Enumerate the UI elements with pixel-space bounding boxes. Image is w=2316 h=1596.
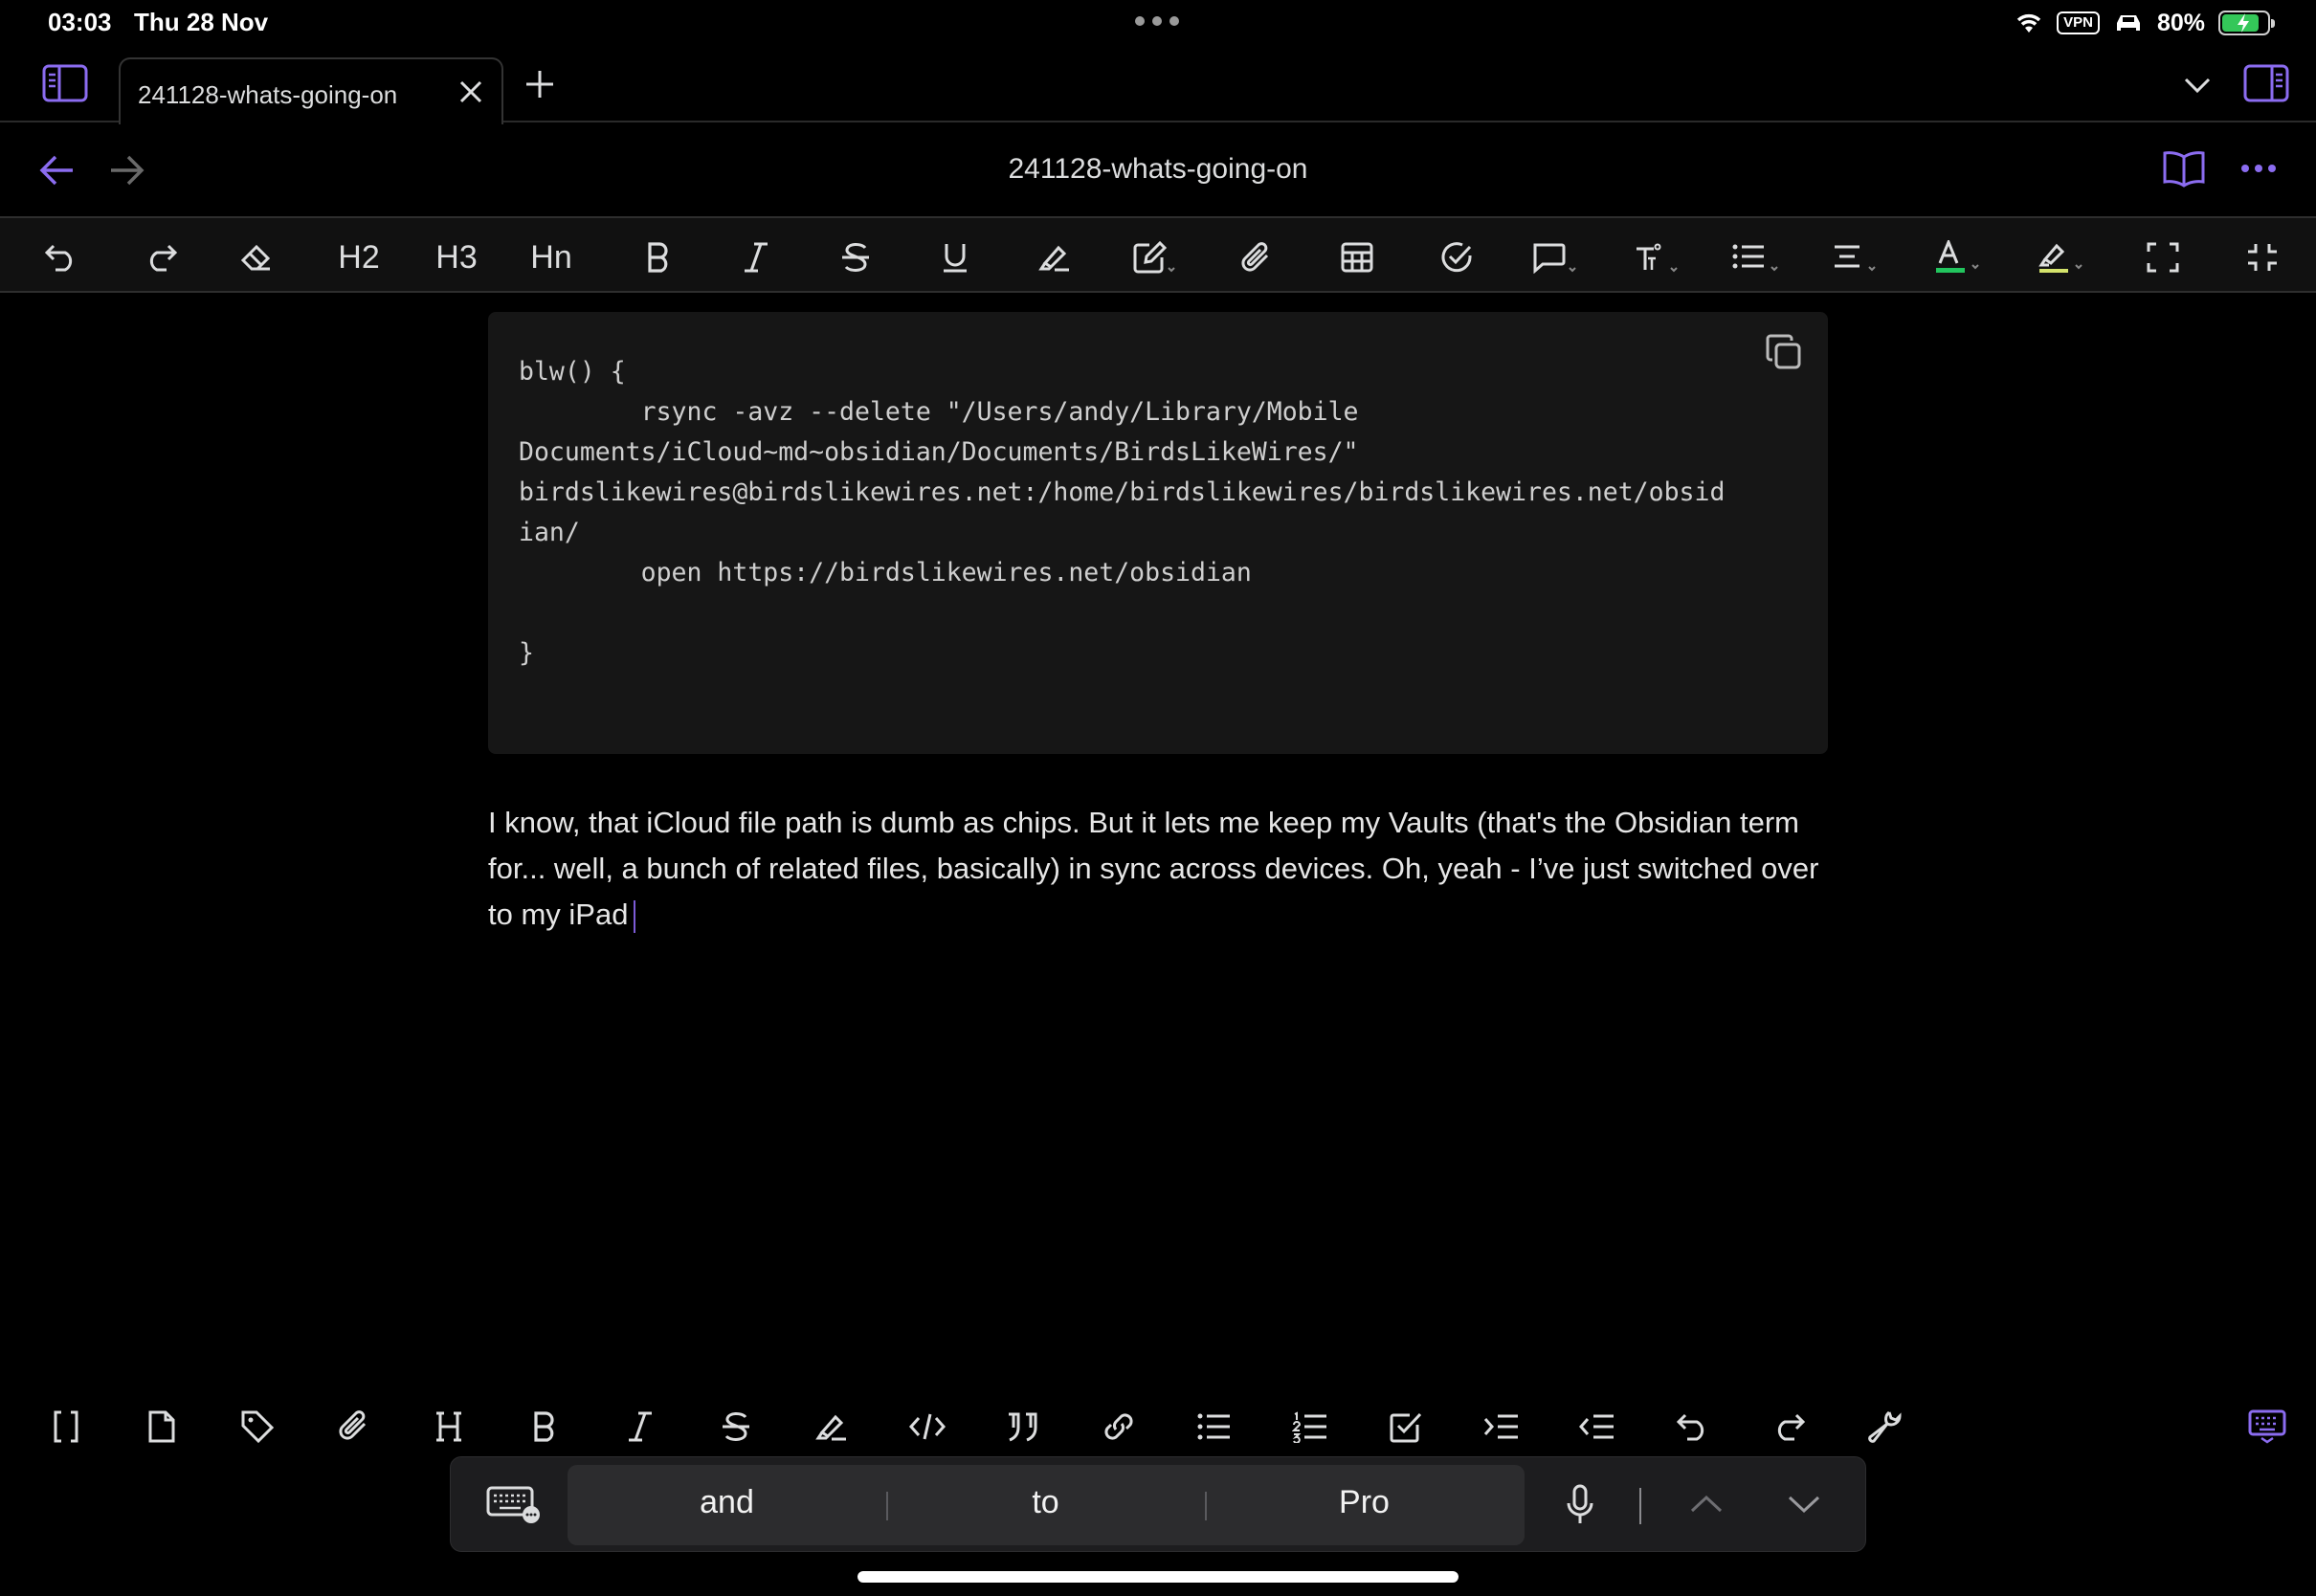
bold-icon[interactable]: [521, 1403, 568, 1451]
indent-icon[interactable]: [1478, 1403, 1525, 1451]
bulleted-list-icon[interactable]: [1728, 235, 1782, 279]
eraser-icon[interactable]: [234, 235, 279, 279]
tab-list-chevron-down-icon[interactable]: [2178, 71, 2216, 100]
status-date: Thu 28 Nov: [134, 8, 269, 36]
document-title[interactable]: 241128-whats-going-on: [0, 153, 2316, 186]
car-icon: [2116, 15, 2140, 31]
more-options-icon[interactable]: [2239, 157, 2278, 180]
code-text[interactable]: blw() { rsync -avz --delete "/Users/andy…: [519, 352, 1725, 674]
multitasking-dots-icon[interactable]: [1135, 11, 1181, 31]
copy-icon[interactable]: [1765, 333, 1803, 376]
reading-view-book-icon[interactable]: [2161, 147, 2207, 189]
attachment-paperclip-icon[interactable]: [329, 1403, 377, 1451]
vpn-badge: VPN: [2057, 11, 2100, 34]
heading-n-button[interactable]: Hn: [524, 235, 578, 279]
status-bar: 03:03 Thu 28 Nov VPN 80%: [0, 0, 2316, 46]
chevron-down-icon[interactable]: [1783, 1490, 1825, 1518]
microphone-icon[interactable]: [1561, 1482, 1599, 1528]
highlighter-icon[interactable]: [1032, 235, 1078, 279]
editing-toolbar: H2 H3 Hn: [0, 216, 2316, 293]
strikethrough-icon[interactable]: [833, 235, 879, 279]
outdent-icon[interactable]: [1573, 1403, 1621, 1451]
comment-callout-icon[interactable]: [1527, 235, 1581, 279]
undo-icon[interactable]: [38, 235, 84, 279]
wifi-icon: [2016, 13, 2041, 33]
keyboard-toggle-icon[interactable]: [2243, 1403, 2291, 1451]
tag-icon[interactable]: [234, 1403, 281, 1451]
keyboard-shortcut-bar: and to Pro: [450, 1456, 1866, 1552]
suggestion-strip: and to Pro: [568, 1465, 1525, 1545]
home-indicator[interactable]: [857, 1571, 1459, 1583]
left-sidebar-toggle-icon[interactable]: [40, 63, 90, 103]
attachment-paperclip-icon[interactable]: [1233, 235, 1279, 279]
undo-icon[interactable]: [1669, 1403, 1717, 1451]
link-icon[interactable]: [1095, 1403, 1143, 1451]
numbered-list-icon[interactable]: [1286, 1403, 1334, 1451]
italic-icon[interactable]: [733, 235, 779, 279]
note-paragraph[interactable]: I know, that iCloud file path is dumb as…: [488, 800, 1837, 938]
new-tab-plus-icon[interactable]: [521, 65, 559, 103]
table-icon[interactable]: [1334, 235, 1380, 279]
quote-icon[interactable]: [999, 1403, 1047, 1451]
checkbox-icon[interactable]: [1382, 1403, 1430, 1451]
suggestion-2[interactable]: to: [886, 1484, 1205, 1521]
tab-bar: 241128-whats-going-on: [0, 46, 2316, 124]
redo-icon[interactable]: [138, 235, 184, 279]
code-block[interactable]: blw() { rsync -avz --delete "/Users/andy…: [488, 312, 1828, 754]
tab-label: 241128-whats-going-on: [138, 80, 398, 109]
status-indicators: VPN 80%: [2015, 8, 2275, 38]
redo-icon[interactable]: [1765, 1403, 1813, 1451]
edit-pen-icon[interactable]: [1127, 235, 1181, 279]
paragraph-text: I know, that iCloud file path is dumb as…: [488, 806, 1819, 931]
strikethrough-icon[interactable]: [712, 1403, 760, 1451]
highlighter-icon[interactable]: [808, 1403, 856, 1451]
text-style-icon[interactable]: [1629, 235, 1682, 279]
right-sidebar-toggle-icon[interactable]: [2241, 63, 2291, 103]
close-icon[interactable]: [457, 78, 484, 110]
bar-divider: [1639, 1488, 1641, 1524]
text-cursor: [634, 899, 636, 933]
brackets-link-icon[interactable]: [42, 1403, 90, 1451]
suggestion-3[interactable]: Pro: [1205, 1484, 1524, 1521]
tab-active[interactable]: 241128-whats-going-on: [119, 57, 503, 124]
checkmark-circle-icon[interactable]: [1434, 235, 1480, 279]
battery-icon: [2218, 11, 2275, 35]
file-icon[interactable]: [138, 1403, 186, 1451]
status-time: 03:03: [48, 8, 112, 36]
nav-header: 241128-whats-going-on: [0, 124, 2316, 216]
fullscreen-enter-icon[interactable]: [2140, 235, 2186, 279]
heading-icon[interactable]: [425, 1403, 473, 1451]
mobile-toolbar: [0, 1397, 2316, 1454]
text-color-icon[interactable]: [1931, 235, 1985, 279]
heading-2-button[interactable]: H2: [333, 235, 385, 279]
italic-icon[interactable]: [616, 1403, 664, 1451]
chevron-up-icon[interactable]: [1685, 1490, 1727, 1518]
align-center-icon[interactable]: [1828, 235, 1882, 279]
bulleted-list-icon[interactable]: [1191, 1403, 1238, 1451]
highlight-color-icon[interactable]: [2035, 235, 2088, 279]
battery-percent: 80%: [2156, 9, 2205, 36]
bold-icon[interactable]: [635, 235, 681, 279]
code-icon[interactable]: [903, 1403, 951, 1451]
keyboard-icon[interactable]: [485, 1482, 543, 1526]
suggestion-1[interactable]: and: [568, 1484, 886, 1521]
underline-icon[interactable]: [932, 235, 978, 279]
fullscreen-exit-icon[interactable]: [2239, 235, 2285, 279]
heading-3-button[interactable]: H3: [431, 235, 482, 279]
wrench-settings-icon[interactable]: [1860, 1403, 1908, 1451]
